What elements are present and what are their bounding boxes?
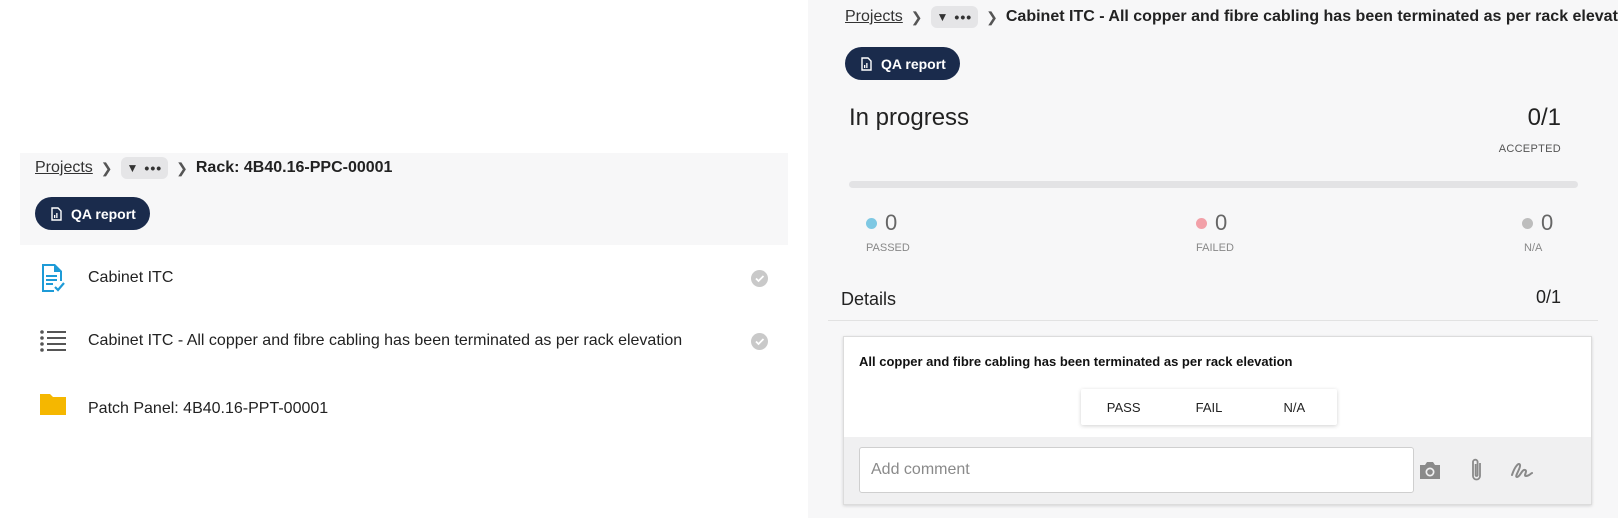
stat-failed: 0 FAILED <box>1196 210 1316 254</box>
signature-icon[interactable] <box>1509 457 1535 483</box>
list-icon <box>38 326 68 356</box>
qa-report-label: QA report <box>71 205 136 222</box>
breadcrumb-more-button[interactable]: ▼ ••• <box>930 6 979 28</box>
left-panel: Projects ❯ ▼ ••• ❯ Rack: 4B40.16-PPC-000… <box>0 0 808 518</box>
pass-button[interactable]: PASS <box>1081 389 1166 425</box>
chevron-right-icon: ❯ <box>100 159 113 176</box>
status-dot <box>866 217 877 229</box>
document-check-icon <box>38 263 68 293</box>
fail-button[interactable]: FAIL <box>1166 389 1251 425</box>
paperclip-icon[interactable] <box>1464 457 1490 483</box>
list-item-label: Cabinet ITC <box>88 269 174 286</box>
details-title: Details <box>841 289 897 309</box>
check-circle-icon <box>751 269 768 287</box>
stat-label: FAILED <box>1196 242 1234 254</box>
stat-value: 0 <box>1541 210 1554 235</box>
chevron-right-icon: ❯ <box>986 8 998 25</box>
qa-report-button[interactable]: QA report <box>35 197 150 230</box>
stat-label: N/A <box>1524 242 1543 254</box>
divider <box>828 320 1598 321</box>
report-icon <box>51 206 62 221</box>
status-dot <box>1522 217 1533 229</box>
status-dot <box>1196 217 1207 229</box>
list-item-patch-panel[interactable]: Patch Panel: 4B40.16-PPT-00001 <box>20 376 788 426</box>
stat-value: 0 <box>885 210 898 235</box>
stat-label: PASSED <box>866 242 910 254</box>
chevron-right-icon: ❯ <box>910 8 923 25</box>
breadcrumb-more-dots: ••• <box>144 160 163 176</box>
progress-bar <box>849 181 1578 188</box>
status-count-label: ACCEPTED <box>1498 143 1561 155</box>
list-item-cabinet-itc[interactable]: Cabinet ITC <box>20 245 788 311</box>
breadcrumb-projects-link[interactable]: Projects <box>35 159 93 177</box>
breadcrumb: Projects ❯ ▼ ••• ❯ Cabinet ITC - All cop… <box>845 6 1618 28</box>
caret-down-icon: ▼ <box>936 10 949 24</box>
list-item-cabinet-itc-copper-fibre[interactable]: Cabinet ITC - All copper and fibre cabli… <box>20 308 788 374</box>
caret-down-icon: ▼ <box>126 161 139 175</box>
breadcrumb-projects-link[interactable]: Projects <box>845 8 903 26</box>
comment-bar <box>844 437 1591 504</box>
check-item-card: All copper and fibre cabling has been te… <box>843 336 1592 505</box>
list-item-label: Patch Panel: 4B40.16-PPT-00001 <box>88 400 329 417</box>
right-panel: Projects ❯ ▼ ••• ❯ Cabinet ITC - All cop… <box>808 0 1618 518</box>
check-circle-icon <box>751 332 768 350</box>
pass-fail-na-selector: PASS FAIL N/A <box>1081 389 1337 425</box>
camera-icon[interactable] <box>1417 457 1443 483</box>
chevron-right-icon: ❯ <box>176 159 188 176</box>
na-button[interactable]: N/A <box>1252 389 1337 425</box>
stat-passed: 0 PASSED <box>866 210 986 254</box>
stat-na: 0 N/A <box>1522 210 1618 254</box>
status-count: 0/1 <box>1527 104 1561 131</box>
qa-report-label: QA report <box>881 55 946 72</box>
breadcrumb-more-dots: ••• <box>954 9 973 25</box>
breadcrumb-current: Cabinet ITC - All copper and fibre cabli… <box>1005 8 1618 25</box>
breadcrumb-current: Rack: 4B40.16-PPC-00001 <box>195 159 393 176</box>
check-item-title: All copper and fibre cabling has been te… <box>859 354 1293 369</box>
report-icon <box>861 56 872 71</box>
details-count: 0/1 <box>1535 287 1561 307</box>
qa-report-button[interactable]: QA report <box>845 47 960 80</box>
breadcrumb-more-button[interactable]: ▼ ••• <box>120 157 169 179</box>
item-list: Cabinet ITC Cabinet ITC - All copper and… <box>20 245 788 433</box>
list-item-label: Cabinet ITC - All copper and fibre cabli… <box>88 332 683 349</box>
stat-value: 0 <box>1215 210 1228 235</box>
breadcrumb: Projects ❯ ▼ ••• ❯ Rack: 4B40.16-PPC-000… <box>35 157 392 179</box>
comment-input[interactable] <box>859 447 1414 493</box>
status-title: In progress <box>849 104 970 131</box>
folder-icon <box>38 388 68 418</box>
